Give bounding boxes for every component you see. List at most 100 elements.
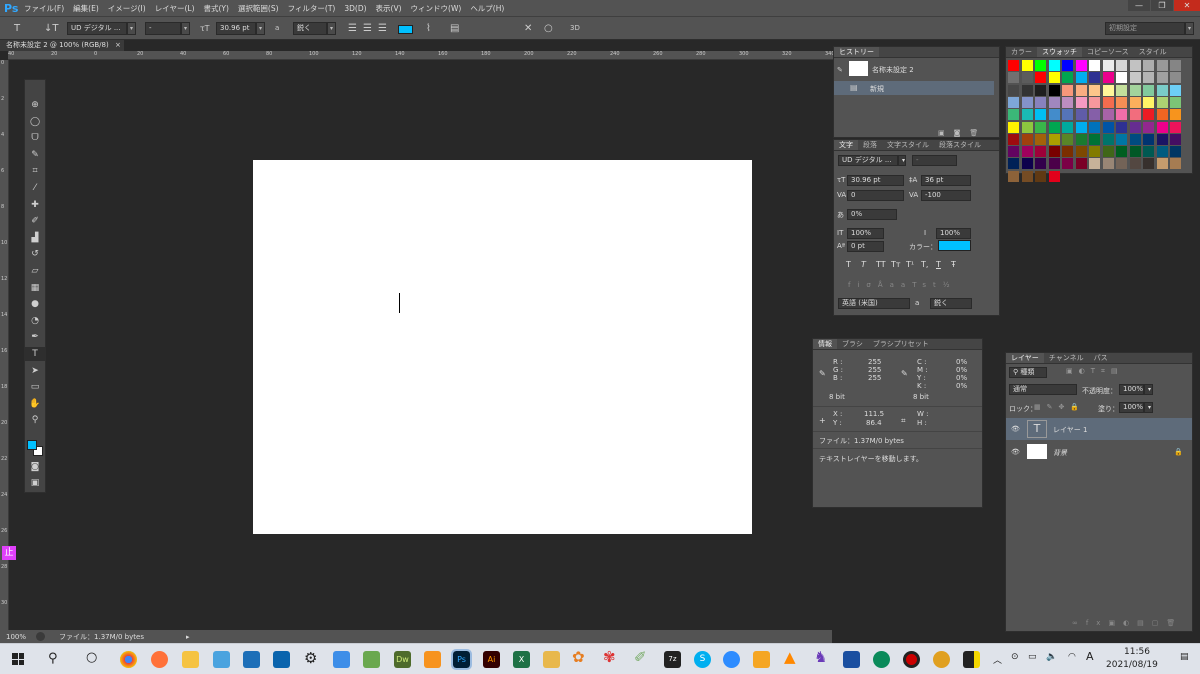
color-swatch[interactable] xyxy=(1143,121,1154,133)
ime-mode-indicator[interactable]: A xyxy=(1086,650,1094,663)
color-swatch[interactable] xyxy=(1129,109,1141,121)
blend-mode-select[interactable]: 通常 xyxy=(1009,384,1077,395)
tab-brush[interactable]: ブラシ xyxy=(837,339,868,349)
color-swatch[interactable] xyxy=(1143,158,1154,170)
char-size-field[interactable]: 30.96 pt xyxy=(847,175,904,186)
color-swatch[interactable] xyxy=(1035,133,1046,145)
battery-icon[interactable]: ▭ xyxy=(1028,652,1037,662)
app-icon[interactable]: ♞ xyxy=(814,648,827,666)
color-swatch[interactable] xyxy=(1035,84,1046,96)
clock-time[interactable]: 11:56 xyxy=(1124,647,1150,657)
char-tsume-field[interactable]: 0% xyxy=(847,209,897,220)
color-swatch[interactable] xyxy=(1062,146,1073,158)
color-swatch[interactable] xyxy=(1116,96,1127,108)
font-style-select[interactable]: - xyxy=(145,22,181,35)
char-tracking-field[interactable]: -100 xyxy=(921,190,971,201)
char-baseline-field[interactable]: 0 pt xyxy=(847,241,884,252)
color-swatch[interactable] xyxy=(1116,109,1127,121)
color-swatch[interactable] xyxy=(1102,84,1114,96)
color-swatch[interactable] xyxy=(1170,158,1181,170)
tab-swatches[interactable]: スウォッチ xyxy=(1037,47,1082,57)
chevron-down-icon[interactable]: ▾ xyxy=(181,22,190,35)
superscript-icon[interactable]: T¹ xyxy=(906,260,921,269)
menu-3d[interactable]: 3D(D) xyxy=(344,4,366,13)
color-swatch[interactable] xyxy=(1035,109,1046,121)
zoom-level[interactable]: 100% xyxy=(0,633,26,641)
panels-toggle-icon[interactable]: ▤ xyxy=(450,21,459,36)
workspace-select[interactable]: 初期設定 xyxy=(1105,22,1185,35)
dreamweaver-icon[interactable]: Dw xyxy=(394,651,411,668)
char-leading-field[interactable]: 36 pt xyxy=(921,175,971,186)
align-center-icon[interactable]: ☰ xyxy=(363,21,372,36)
tab-character-styles[interactable]: 文字スタイル xyxy=(882,140,934,150)
healing-tool-icon[interactable]: ✚ xyxy=(25,198,45,212)
volume-icon[interactable]: 🔈 xyxy=(1046,652,1057,662)
chevron-down-icon[interactable]: ▾ xyxy=(1144,402,1153,413)
color-swatch[interactable] xyxy=(1143,146,1154,158)
illustrator-icon[interactable]: Ai xyxy=(483,651,500,668)
quick-mask-icon[interactable]: ◙ xyxy=(25,460,45,474)
color-swatch[interactable] xyxy=(1021,60,1033,71)
chevron-down-icon[interactable]: ▾ xyxy=(256,22,265,35)
app-icon[interactable] xyxy=(333,651,350,668)
history-snapshot[interactable]: ✎ 名称未設定 2 xyxy=(834,60,994,80)
zoom-app-icon[interactable] xyxy=(723,651,740,668)
color-swatch[interactable] xyxy=(1102,146,1114,158)
color-swatch[interactable] xyxy=(1170,109,1181,121)
color-swatch[interactable] xyxy=(1035,146,1046,158)
color-swatch[interactable] xyxy=(1156,146,1168,158)
eraser-tool-icon[interactable]: ▱ xyxy=(25,264,45,278)
lock-icons[interactable]: ▦✎✥🔒 xyxy=(1034,403,1085,411)
color-swatch[interactable] xyxy=(1035,72,1046,84)
cancel-edit-icon[interactable]: ✕ xyxy=(524,21,532,36)
subscript-icon[interactable]: T, xyxy=(921,260,936,269)
tab-character[interactable]: 文字 xyxy=(834,140,858,150)
chevron-down-icon[interactable]: ▾ xyxy=(1144,384,1153,395)
task-view-icon[interactable]: ○ xyxy=(86,650,97,665)
char-font-style[interactable]: - xyxy=(912,155,957,166)
color-swatch[interactable] xyxy=(1048,146,1060,158)
menu-image[interactable]: イメージ(I) xyxy=(108,3,146,14)
chevron-down-icon[interactable]: ▾ xyxy=(1185,22,1194,35)
menu-window[interactable]: ウィンドウ(W) xyxy=(411,3,462,14)
color-swatch[interactable] xyxy=(1089,133,1100,145)
color-swatch[interactable] xyxy=(1035,60,1046,71)
color-swatch[interactable] xyxy=(1129,121,1141,133)
color-swatch[interactable] xyxy=(1089,158,1100,170)
menu-help[interactable]: ヘルプ(H) xyxy=(470,3,504,14)
color-swatch[interactable] xyxy=(1116,60,1127,71)
dodge-tool-icon[interactable]: ◔ xyxy=(25,314,45,328)
app-icon[interactable]: ✐ xyxy=(634,648,647,666)
color-swatch[interactable] xyxy=(1089,72,1100,84)
color-swatch[interactable] xyxy=(1129,96,1141,108)
align-left-icon[interactable]: ☰ xyxy=(348,21,357,36)
color-swatch[interactable] xyxy=(1008,109,1019,121)
text-color-swatch[interactable] xyxy=(398,25,413,34)
all-caps-icon[interactable]: TT xyxy=(876,260,891,269)
menu-type[interactable]: 書式(Y) xyxy=(204,3,229,14)
color-swatch[interactable] xyxy=(1062,121,1073,133)
color-swatch[interactable] xyxy=(1075,133,1087,145)
color-swatch[interactable] xyxy=(1075,109,1087,121)
app-icon[interactable] xyxy=(213,651,230,668)
color-swatch[interactable] xyxy=(1102,60,1114,71)
app-icon[interactable]: ✾ xyxy=(603,648,616,666)
fill-field[interactable]: 100% xyxy=(1119,402,1144,413)
document-canvas[interactable] xyxy=(253,160,752,534)
color-swatch[interactable] xyxy=(1089,109,1100,121)
pen-tool-icon[interactable]: ✒ xyxy=(25,330,45,344)
zoom-tool-icon[interactable]: ⚲ xyxy=(25,413,45,427)
tab-layers[interactable]: レイヤー xyxy=(1006,353,1044,363)
color-swatch[interactable] xyxy=(1156,60,1168,71)
color-swatch[interactable] xyxy=(1143,96,1154,108)
color-swatch[interactable] xyxy=(1048,60,1060,71)
app-icon[interactable] xyxy=(933,651,950,668)
color-swatch[interactable] xyxy=(1089,121,1100,133)
color-swatch[interactable] xyxy=(1062,84,1073,96)
menu-filter[interactable]: フィルター(T) xyxy=(288,3,336,14)
color-swatch[interactable] xyxy=(1035,96,1046,108)
clock-date[interactable]: 2021/08/19 xyxy=(1106,660,1158,670)
color-swatch[interactable] xyxy=(1062,72,1073,84)
language-select[interactable]: 英語 (米国) xyxy=(838,298,910,309)
color-swatch[interactable] xyxy=(1102,96,1114,108)
